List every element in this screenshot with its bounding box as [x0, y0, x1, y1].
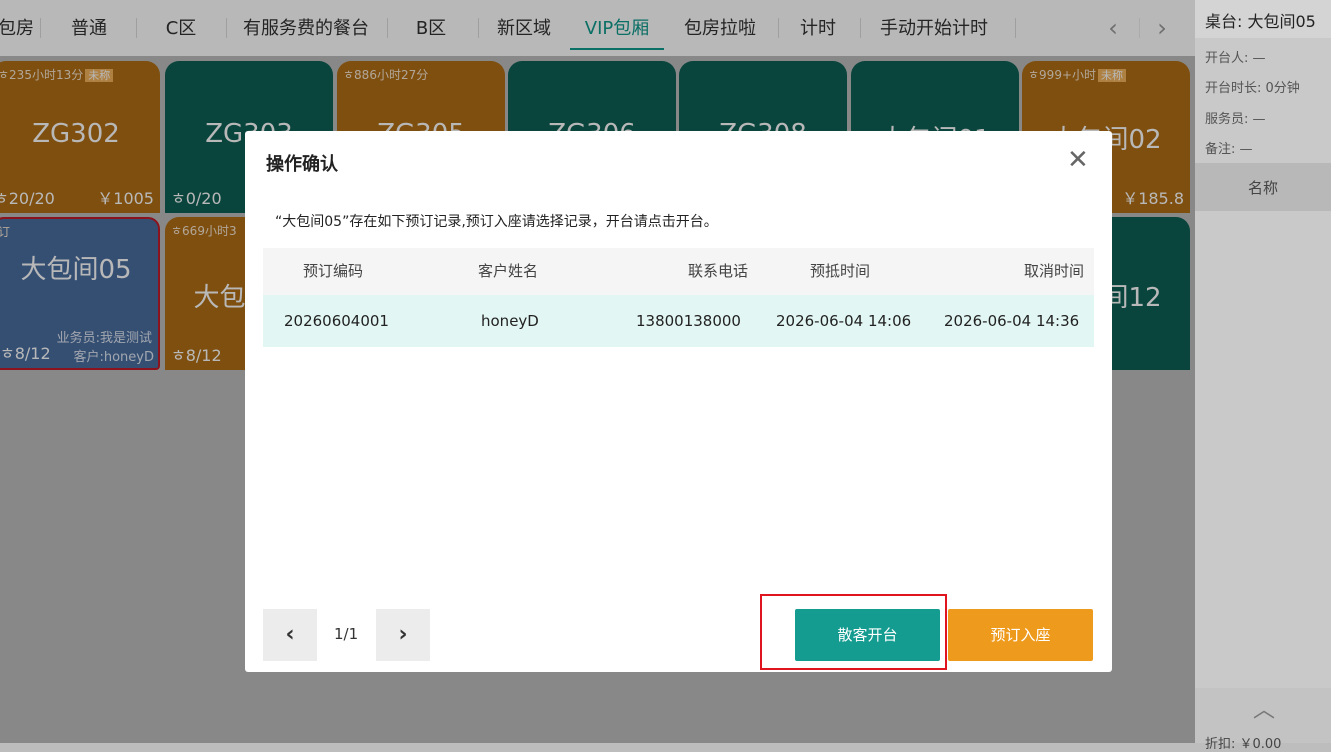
reservation-table: 预订编码 客户姓名 联系电话 预抵时间 取消时间 20260604001 hon… [263, 248, 1094, 347]
remark-info: 备注: — [1205, 142, 1253, 157]
customer-name: honeyD [481, 312, 539, 330]
chevron-up-icon[interactable]: ︿ [1253, 692, 1275, 724]
panel-title: 桌台: 大包间05 [1205, 12, 1316, 31]
item-name-column-header: 名称 [1195, 163, 1331, 211]
highlight-box [760, 594, 947, 670]
page-indicator: 1/1 [334, 625, 359, 643]
contact-phone: 13800138000 [636, 312, 741, 330]
column-header: 预订编码 [303, 262, 364, 280]
next-page-button[interactable]: › [376, 609, 430, 661]
column-header: 联系电话 [688, 262, 749, 280]
reservation-seat-button[interactable]: 预订入座 [948, 609, 1093, 661]
arrival-time: 2026-06-04 14:06 [776, 312, 912, 330]
confirm-dialog: 操作确认 ✕ “大包间05”存在如下预订记录,预订入座请选择记录，开台请点击开台… [245, 131, 1112, 672]
opener-info: 开台人: — [1205, 51, 1266, 66]
close-icon[interactable]: ✕ [1067, 145, 1089, 175]
column-header: 客户姓名 [478, 262, 539, 280]
reservation-code: 20260604001 [284, 312, 389, 330]
duration-info: 开台时长: 0分钟 [1205, 81, 1300, 96]
prev-page-button[interactable]: ‹ [263, 609, 317, 661]
table-detail-panel: 桌台: 大包间05 开台人: — 开台时长: 0分钟 服务员: — 备注: — … [1195, 0, 1331, 752]
table-header: 预订编码 客户姓名 联系电话 预抵时间 取消时间 [263, 248, 1094, 295]
dialog-message: “大包间05”存在如下预订记录,预订入座请选择记录，开台请点击开台。 [275, 214, 718, 230]
dialog-title: 操作确认 [266, 154, 338, 175]
waiter-info: 服务员: — [1205, 112, 1266, 127]
column-header: 取消时间 [1024, 262, 1085, 280]
column-header: 预抵时间 [810, 262, 871, 280]
table-row[interactable]: 20260604001 honeyD 13800138000 2026-06-0… [263, 295, 1094, 347]
cancel-time: 2026-06-04 14:36 [944, 312, 1080, 330]
